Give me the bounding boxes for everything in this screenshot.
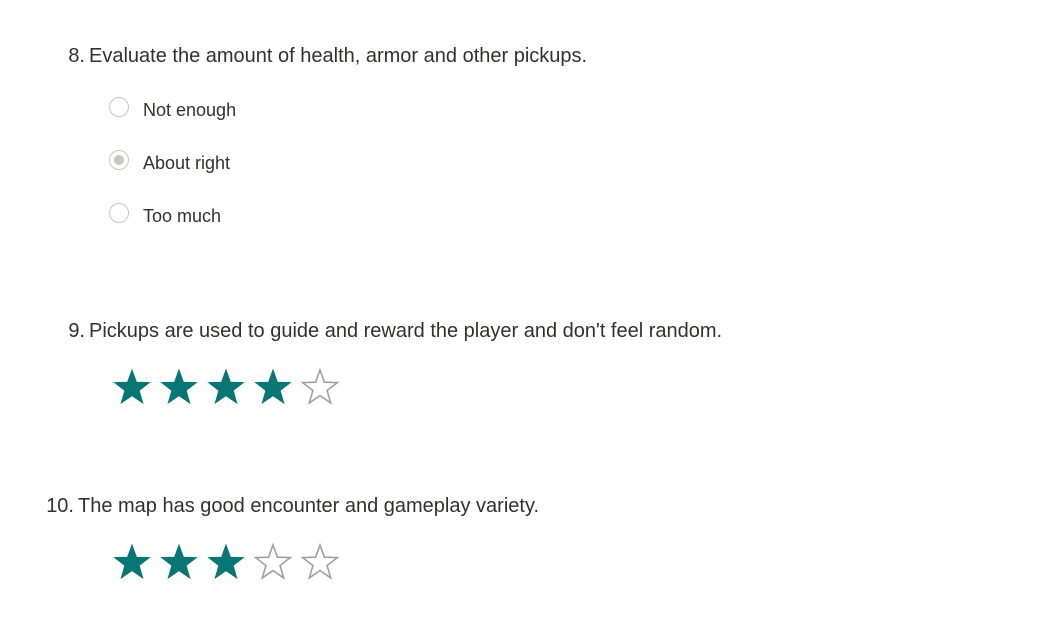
question-text: Pickups are used to guide and reward the…	[89, 320, 723, 342]
question-number: 9.	[68, 320, 85, 342]
star-filled-icon[interactable]	[159, 367, 199, 407]
radio-button-icon[interactable]	[109, 203, 129, 223]
star-filled-icon[interactable]	[112, 367, 152, 407]
choice-group: Not enough About right Too much	[109, 97, 236, 256]
question-number: 8.	[68, 45, 85, 67]
rating-stars	[112, 542, 347, 582]
choice-label: Too much	[143, 206, 222, 226]
radio-button-icon[interactable]	[109, 150, 129, 170]
star-filled-icon[interactable]	[159, 542, 199, 582]
question-text: Evaluate the amount of health, armor and…	[89, 45, 588, 67]
question-title: 8. Evaluate the amount of health, armor a…	[35, 44, 587, 68]
star-filled-icon[interactable]	[206, 542, 246, 582]
choice-about-right[interactable]: About right	[109, 150, 236, 203]
question-title: 9. Pickups are used to guide and reward t…	[35, 319, 722, 343]
star-filled-icon[interactable]	[112, 542, 152, 582]
question-text: The map has good encounter and gameplay …	[78, 495, 540, 517]
star-outline-icon[interactable]	[253, 542, 293, 582]
choice-label: Not enough	[143, 100, 237, 120]
star-outline-icon[interactable]	[300, 367, 340, 407]
choice-label: About right	[143, 153, 231, 173]
star-filled-icon[interactable]	[206, 367, 246, 407]
star-filled-icon[interactable]	[253, 367, 293, 407]
radio-button-icon[interactable]	[109, 97, 129, 117]
rating-stars	[112, 367, 347, 407]
question-number: 10.	[46, 495, 74, 517]
choice-not-enough[interactable]: Not enough	[109, 97, 236, 150]
choice-too-much[interactable]: Too much	[109, 203, 236, 256]
star-outline-icon[interactable]	[300, 542, 340, 582]
question-title: 10. The map has good encounter and gamepl…	[24, 494, 539, 518]
